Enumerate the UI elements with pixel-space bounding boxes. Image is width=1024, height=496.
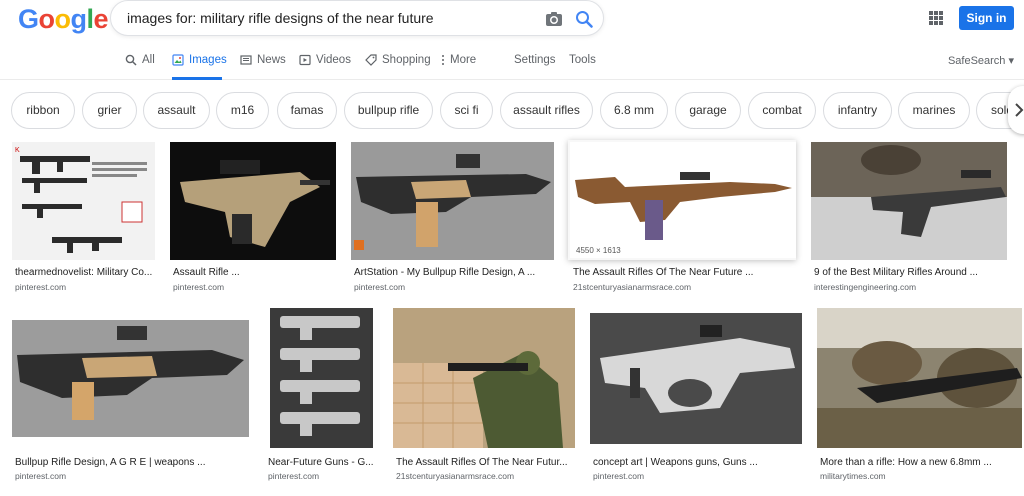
tab-settings[interactable]: Settings (514, 54, 556, 66)
result-thumbnail[interactable] (817, 308, 1022, 448)
image-result[interactable]: concept art | Weapons guns, Guns ... pin… (590, 313, 802, 481)
logo-letter: l (86, 4, 95, 34)
chip[interactable]: ribbon (11, 92, 75, 129)
chip[interactable]: garage (675, 92, 741, 129)
camera-icon[interactable] (545, 11, 563, 27)
chip[interactable]: famas (277, 92, 337, 129)
result-title[interactable]: concept art | Weapons guns, Guns ... (593, 457, 802, 468)
tab-tools[interactable]: Tools (569, 54, 596, 66)
tab-label: Tools (569, 54, 596, 66)
logo-letter: e (93, 4, 109, 34)
result-title[interactable]: 9 of the Best Military Rifles Around ... (814, 267, 1007, 278)
result-thumbnail[interactable] (811, 142, 1007, 260)
chip[interactable]: sci fi (440, 92, 493, 129)
tab-label: Settings (514, 54, 556, 66)
apps-grid-icon[interactable] (929, 11, 943, 25)
result-thumbnail[interactable] (12, 320, 249, 437)
tab-all[interactable]: All (125, 54, 155, 66)
chip[interactable]: combat (748, 92, 816, 129)
result-source: 21stcenturyasianarmsrace.com (396, 471, 515, 481)
chip[interactable]: infantry (823, 92, 892, 129)
tab-more[interactable]: More (441, 54, 476, 66)
chip[interactable]: assault (143, 92, 210, 129)
result-source: pinterest.com (593, 471, 645, 481)
chip[interactable]: 6.8 mm (600, 92, 668, 129)
image-result[interactable]: K thearmednovelist: Military Co... pinte… (12, 142, 155, 292)
tab-shopping[interactable]: Shopping (365, 54, 431, 66)
result-thumbnail[interactable] (351, 142, 554, 260)
more-vert-icon (442, 55, 444, 65)
result-title[interactable]: thearmednovelist: Military Co... (15, 267, 155, 278)
chip[interactable]: marines (898, 92, 970, 129)
result-thumbnail[interactable] (570, 142, 796, 258)
logo-letter: o (38, 4, 56, 34)
image-dimensions: 4550 × 1613 (574, 246, 623, 255)
result-thumbnail[interactable] (393, 308, 575, 448)
related-chips: ribbon grier assault m16 famas bullpup r… (0, 92, 1024, 130)
tab-label: Shopping (382, 54, 431, 66)
logo-letter: G (18, 4, 39, 34)
image-result[interactable]: ArtStation - My Bullpup Rifle Design, A … (351, 142, 554, 292)
chevron-right-icon (1015, 103, 1024, 117)
result-title[interactable]: Near-Future Guns - G... (268, 457, 373, 468)
tab-label: News (257, 54, 286, 66)
result-source: militarytimes.com (820, 471, 886, 481)
news-icon (240, 55, 252, 65)
tab-label: More (450, 54, 477, 66)
tab-label: All (142, 54, 155, 66)
search-input[interactable]: images for: military rifle designs of th… (127, 10, 434, 26)
image-result[interactable]: 9 of the Best Military Rifles Around ...… (811, 142, 1007, 292)
chip[interactable]: grier (82, 92, 137, 129)
search-icon (125, 54, 137, 66)
active-tab-indicator (172, 77, 222, 80)
play-icon (299, 54, 311, 66)
image-result[interactable]: Near-Future Guns - G... pinterest.com (268, 308, 373, 481)
sign-in-button[interactable]: Sign in (959, 6, 1014, 30)
search-box[interactable]: images for: military rifle designs of th… (110, 0, 604, 36)
chips-next-button[interactable] (1008, 86, 1024, 134)
result-title[interactable]: The Assault Rifles Of The Near Futur... (396, 457, 574, 468)
image-result[interactable]: The Assault Rifles Of The Near Futur... … (393, 308, 575, 481)
image-result[interactable]: More than a rifle: How a new 6.8mm ... m… (817, 308, 1022, 481)
result-title[interactable]: Assault Rifle ... (173, 267, 333, 278)
result-thumbnail[interactable] (170, 142, 336, 260)
image-result[interactable]: 4550 × 1613 The Assault Rifles Of The Ne… (570, 142, 796, 292)
tab-images[interactable]: Images (172, 54, 227, 66)
result-source: 21stcenturyasianarmsrace.com (573, 282, 692, 292)
image-icon (172, 54, 184, 66)
result-source: pinterest.com (268, 471, 320, 481)
tab-news[interactable]: News (240, 54, 286, 66)
svg-text:K: K (15, 147, 20, 154)
image-result[interactable]: Assault Rifle ... pinterest.com (170, 142, 336, 292)
tab-label: Images (189, 54, 227, 66)
result-title[interactable]: Bullpup Rifle Design, A G R E | weapons … (15, 457, 249, 468)
result-title[interactable]: More than a rifle: How a new 6.8mm ... (820, 457, 1022, 468)
result-title[interactable]: The Assault Rifles Of The Near Future ..… (573, 267, 797, 278)
chip[interactable]: bullpup rifle (344, 92, 433, 129)
result-source: pinterest.com (15, 282, 67, 292)
tab-label: Videos (316, 54, 351, 66)
result-source: interestingengineering.com (814, 282, 917, 292)
result-title[interactable]: ArtStation - My Bullpup Rifle Design, A … (354, 267, 554, 278)
logo-letter: o (54, 4, 72, 34)
result-thumbnail[interactable]: K (12, 142, 155, 260)
image-result[interactable]: Bullpup Rifle Design, A G R E | weapons … (12, 320, 249, 481)
search-icon[interactable] (575, 10, 593, 28)
result-source: pinterest.com (15, 471, 67, 481)
result-source: pinterest.com (173, 282, 225, 292)
chip[interactable]: assault rifles (500, 92, 593, 129)
result-thumbnail[interactable] (270, 308, 373, 448)
tab-videos[interactable]: Videos (299, 54, 351, 66)
google-logo[interactable]: Google (18, 4, 109, 35)
chip[interactable]: m16 (216, 92, 269, 129)
tag-icon (365, 54, 377, 66)
result-thumbnail[interactable] (590, 313, 802, 444)
safesearch-toggle[interactable]: SafeSearch ▾ (948, 54, 1014, 67)
search-tabs: All Images News Videos Shopping More Set… (0, 44, 1024, 80)
result-source: pinterest.com (354, 282, 406, 292)
logo-letter: g (70, 4, 88, 34)
